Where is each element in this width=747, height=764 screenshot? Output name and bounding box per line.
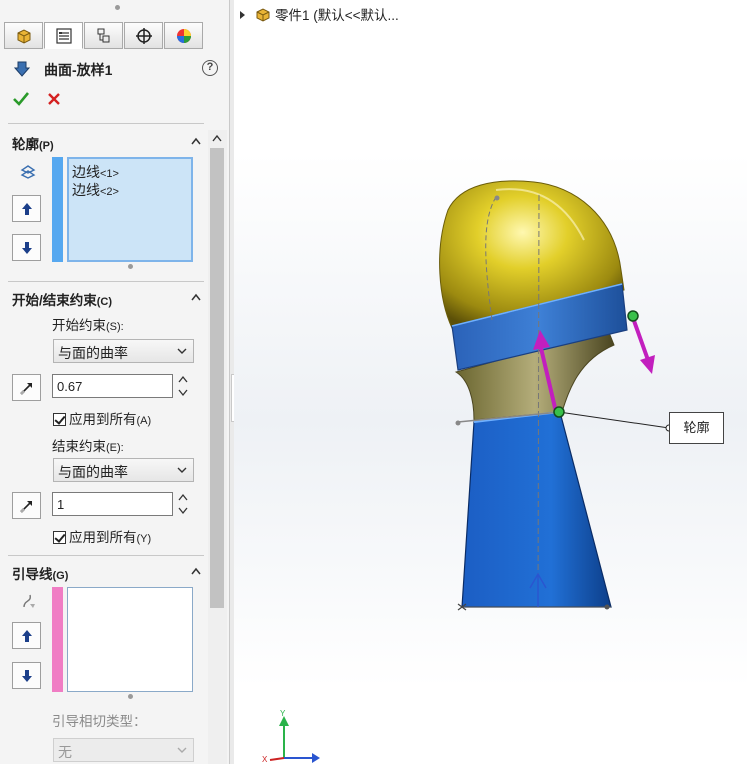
constraints-section-title[interactable]: 开始/结束约束(C): [12, 289, 112, 309]
arrow-down-icon: [21, 241, 32, 254]
profiles-list[interactable]: 边线<1> 边线<2>: [67, 157, 193, 262]
end-tangent-direction-button[interactable]: [12, 492, 41, 519]
divider: [8, 281, 204, 282]
crosshair-icon: [135, 27, 152, 44]
guide-tangency-label: 引导相切类型：: [52, 714, 147, 729]
start-tangent-direction-button[interactable]: [12, 374, 41, 401]
manager-tabs: [4, 22, 204, 49]
triad-x-label: X: [262, 755, 268, 764]
move-up-button[interactable]: [12, 195, 41, 222]
tangent-length-icon: [19, 500, 32, 513]
checkbox-checked-icon[interactable]: [53, 531, 66, 544]
chevron-down-icon: [177, 747, 187, 753]
checkbox-checked-icon[interactable]: [53, 413, 66, 426]
end-spin-control[interactable]: [178, 492, 188, 516]
guides-list[interactable]: [67, 587, 193, 692]
loft-model[interactable]: [234, 0, 747, 764]
guide-move-down-button[interactable]: [12, 662, 41, 689]
display-manager-icon: [176, 28, 191, 43]
profile-color-bar: [52, 157, 63, 262]
divider: [8, 123, 204, 124]
chevron-down-icon: [177, 467, 187, 473]
arrow-down-icon: [21, 669, 32, 682]
tab-property-manager[interactable]: [44, 22, 83, 49]
list-resize-grip[interactable]: [128, 264, 133, 269]
property-manager-icon: [55, 27, 72, 44]
guide-tangency-select: 无: [53, 738, 194, 762]
start-spin-control[interactable]: [178, 374, 188, 398]
graphics-viewport[interactable]: 零件1 (默认<<默认... 轮廓 Y X: [234, 0, 747, 764]
triad-y-label: Y: [280, 709, 286, 718]
profile-callout[interactable]: 轮廓: [669, 412, 724, 444]
help-icon[interactable]: ?: [202, 60, 218, 76]
page-title: 曲面-放样1: [44, 62, 113, 78]
start-constraint-select[interactable]: 与面的曲率: [53, 339, 194, 363]
collapse-constraints-icon[interactable]: [191, 293, 201, 301]
panel-scrollbar[interactable]: [208, 130, 227, 764]
scrollbar-thumb[interactable]: [210, 148, 224, 608]
guide-move-up-button[interactable]: [12, 622, 41, 649]
list-resize-grip[interactable]: [128, 694, 133, 699]
loft-surface-icon: [14, 61, 31, 77]
divider: [8, 555, 204, 556]
cancel-button[interactable]: [46, 91, 62, 107]
list-item[interactable]: 边线<1>: [72, 162, 119, 182]
end-constraint-select[interactable]: 与面的曲率: [53, 458, 194, 482]
chevron-down-icon: [177, 348, 187, 354]
end-handle: [627, 310, 639, 322]
end-constraint-label: 结束约束(E):: [52, 439, 124, 454]
tab-configuration-manager[interactable]: [84, 22, 123, 49]
scroll-up-icon[interactable]: [212, 134, 222, 142]
apply-all-end-checkbox[interactable]: 应用到所有(Y): [53, 526, 151, 546]
guides-section-title[interactable]: 引导线(G): [12, 563, 68, 583]
profiles-section-title[interactable]: 轮廓(P): [12, 133, 54, 153]
end-tangent-length-input[interactable]: 1: [52, 492, 173, 516]
end-direction-arrow: [631, 317, 650, 361]
arrow-up-icon: [21, 629, 32, 642]
start-constraint-label: 开始约束(S):: [52, 318, 124, 333]
tab-feature-manager[interactable]: [4, 22, 43, 49]
guide-color-bar: [52, 587, 63, 692]
arrow-up-icon: [21, 202, 32, 215]
tangent-length-icon: [19, 382, 32, 395]
apply-all-start-checkbox[interactable]: 应用到所有(A): [53, 408, 151, 428]
tab-dimxpert-manager[interactable]: [124, 22, 163, 49]
ok-button[interactable]: [12, 91, 30, 107]
start-handle: [553, 406, 565, 418]
list-item[interactable]: 边线<2>: [72, 180, 119, 200]
start-tangent-length-input[interactable]: 0.67: [52, 374, 173, 398]
collapse-profiles-icon[interactable]: [191, 137, 201, 145]
tab-display-manager[interactable]: [164, 22, 203, 49]
collapse-guides-icon[interactable]: [191, 567, 201, 575]
feature-manager-icon: [17, 28, 30, 44]
move-down-button[interactable]: [12, 234, 41, 261]
configuration-manager-icon: [97, 28, 109, 42]
guide-curve-icon: [23, 594, 35, 608]
property-manager-panel: 曲面-放样1 ? 轮廓(P) 边线<1> 边线<2> 开始/结束约束(C) 开始…: [0, 0, 230, 764]
panel-grip[interactable]: [115, 5, 120, 10]
property-manager-header: 曲面-放样1 ?: [14, 58, 224, 80]
reference-triad: Y X: [262, 709, 320, 764]
profile-selection-icon: [20, 165, 36, 179]
